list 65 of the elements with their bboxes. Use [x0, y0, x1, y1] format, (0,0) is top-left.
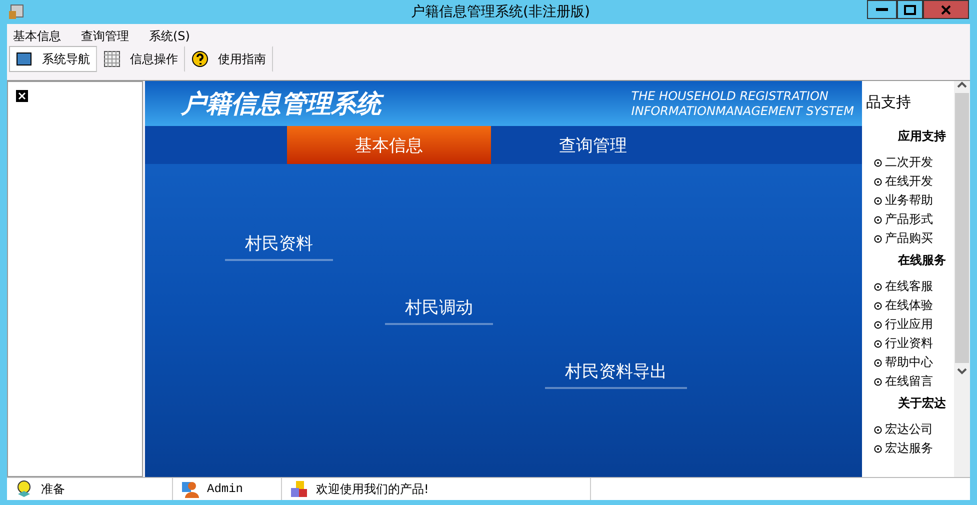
banner-subtitle: THE HOUSEHOLD REGISTRATION — [631, 88, 830, 104]
circle-bullet-icon — [874, 282, 882, 290]
menu-item[interactable]: 基本信息 — [13, 28, 61, 44]
circle-bullet-icon — [874, 234, 882, 242]
circle-bullet-icon — [874, 320, 882, 328]
scroll-thumb[interactable] — [955, 93, 969, 363]
menu-item[interactable]: 查询管理 — [81, 28, 129, 44]
side-link[interactable]: 二次开发 — [885, 153, 933, 172]
section-heading: 关于宏达 — [896, 395, 947, 412]
side-link[interactable]: 在线留言 — [885, 372, 933, 391]
side-link[interactable]: 行业应用 — [885, 315, 933, 334]
section-heading: 应用支持 — [897, 128, 947, 145]
circle-bullet-icon — [874, 358, 882, 366]
circle-bullet-icon — [874, 158, 882, 166]
status-text: 准备 — [41, 480, 65, 498]
side-link[interactable]: 宏达公司 — [885, 420, 933, 439]
close-icon — [941, 4, 951, 14]
menu-link[interactable]: 村民调动 — [385, 296, 493, 325]
menu-link[interactable]: 村民资料导出 — [545, 360, 687, 390]
circle-bullet-icon — [874, 444, 882, 452]
circle-bullet-icon — [874, 378, 882, 386]
scroll-up-icon[interactable] — [957, 81, 967, 89]
scrollbar[interactable] — [954, 81, 970, 477]
maximize-icon — [904, 4, 916, 14]
nav-tab[interactable]: 查询管理 — [491, 126, 695, 164]
side-link[interactable]: 宏达服务 — [885, 439, 933, 458]
menu-link[interactable]: 村民资料 — [225, 232, 333, 261]
side-link[interactable]: 帮助中心 — [885, 353, 933, 372]
lightbulb-icon — [15, 480, 33, 498]
circle-bullet-icon — [874, 196, 882, 204]
user-icon — [181, 480, 199, 498]
toolbar-button[interactable]: 系统导航 — [9, 46, 97, 72]
circle-bullet-icon — [874, 426, 882, 434]
scroll-down-icon[interactable] — [957, 367, 967, 375]
side-link[interactable]: 在线客服 — [885, 277, 933, 296]
side-link[interactable]: 在线开发 — [885, 172, 933, 191]
circle-bullet-icon — [874, 340, 882, 348]
cubes-icon — [290, 480, 308, 498]
monitor-icon — [16, 52, 32, 66]
toolbar-button[interactable]: 信息操作 — [97, 46, 185, 72]
circle-bullet-icon — [874, 302, 882, 310]
close-icon[interactable] — [16, 90, 28, 102]
status-text: 欢迎使用我们的产品! — [316, 480, 429, 498]
side-link[interactable]: 行业资料 — [885, 334, 933, 353]
side-link[interactable]: 产品形式 — [885, 210, 933, 229]
banner-subtitle: INFORMATIONMANAGEMENT SYSTEM — [631, 104, 854, 118]
app-icon — [8, 4, 24, 20]
circle-bullet-icon — [874, 216, 882, 224]
minimize-icon — [876, 8, 888, 12]
close-button[interactable] — [923, 0, 969, 19]
help-icon — [192, 51, 208, 67]
window-title: 户籍信息管理系统(非注册版) — [411, 3, 590, 21]
toolbar-button[interactable]: 使用指南 — [185, 46, 273, 72]
nav-tab[interactable]: 基本信息 — [287, 126, 491, 164]
menu-item[interactable]: 系统(S) — [149, 28, 190, 44]
maximize-button[interactable] — [897, 0, 923, 19]
section-heading: 在线服务 — [896, 252, 947, 269]
minimize-button[interactable] — [867, 0, 897, 19]
status-text: Admin — [207, 482, 244, 496]
side-link[interactable]: 业务帮助 — [885, 191, 933, 210]
panel-title: 品支持 — [866, 93, 912, 112]
side-link[interactable]: 在线体验 — [885, 296, 933, 315]
circle-bullet-icon — [874, 178, 882, 186]
grid-icon — [104, 51, 120, 67]
side-link[interactable]: 产品购买 — [885, 229, 933, 248]
